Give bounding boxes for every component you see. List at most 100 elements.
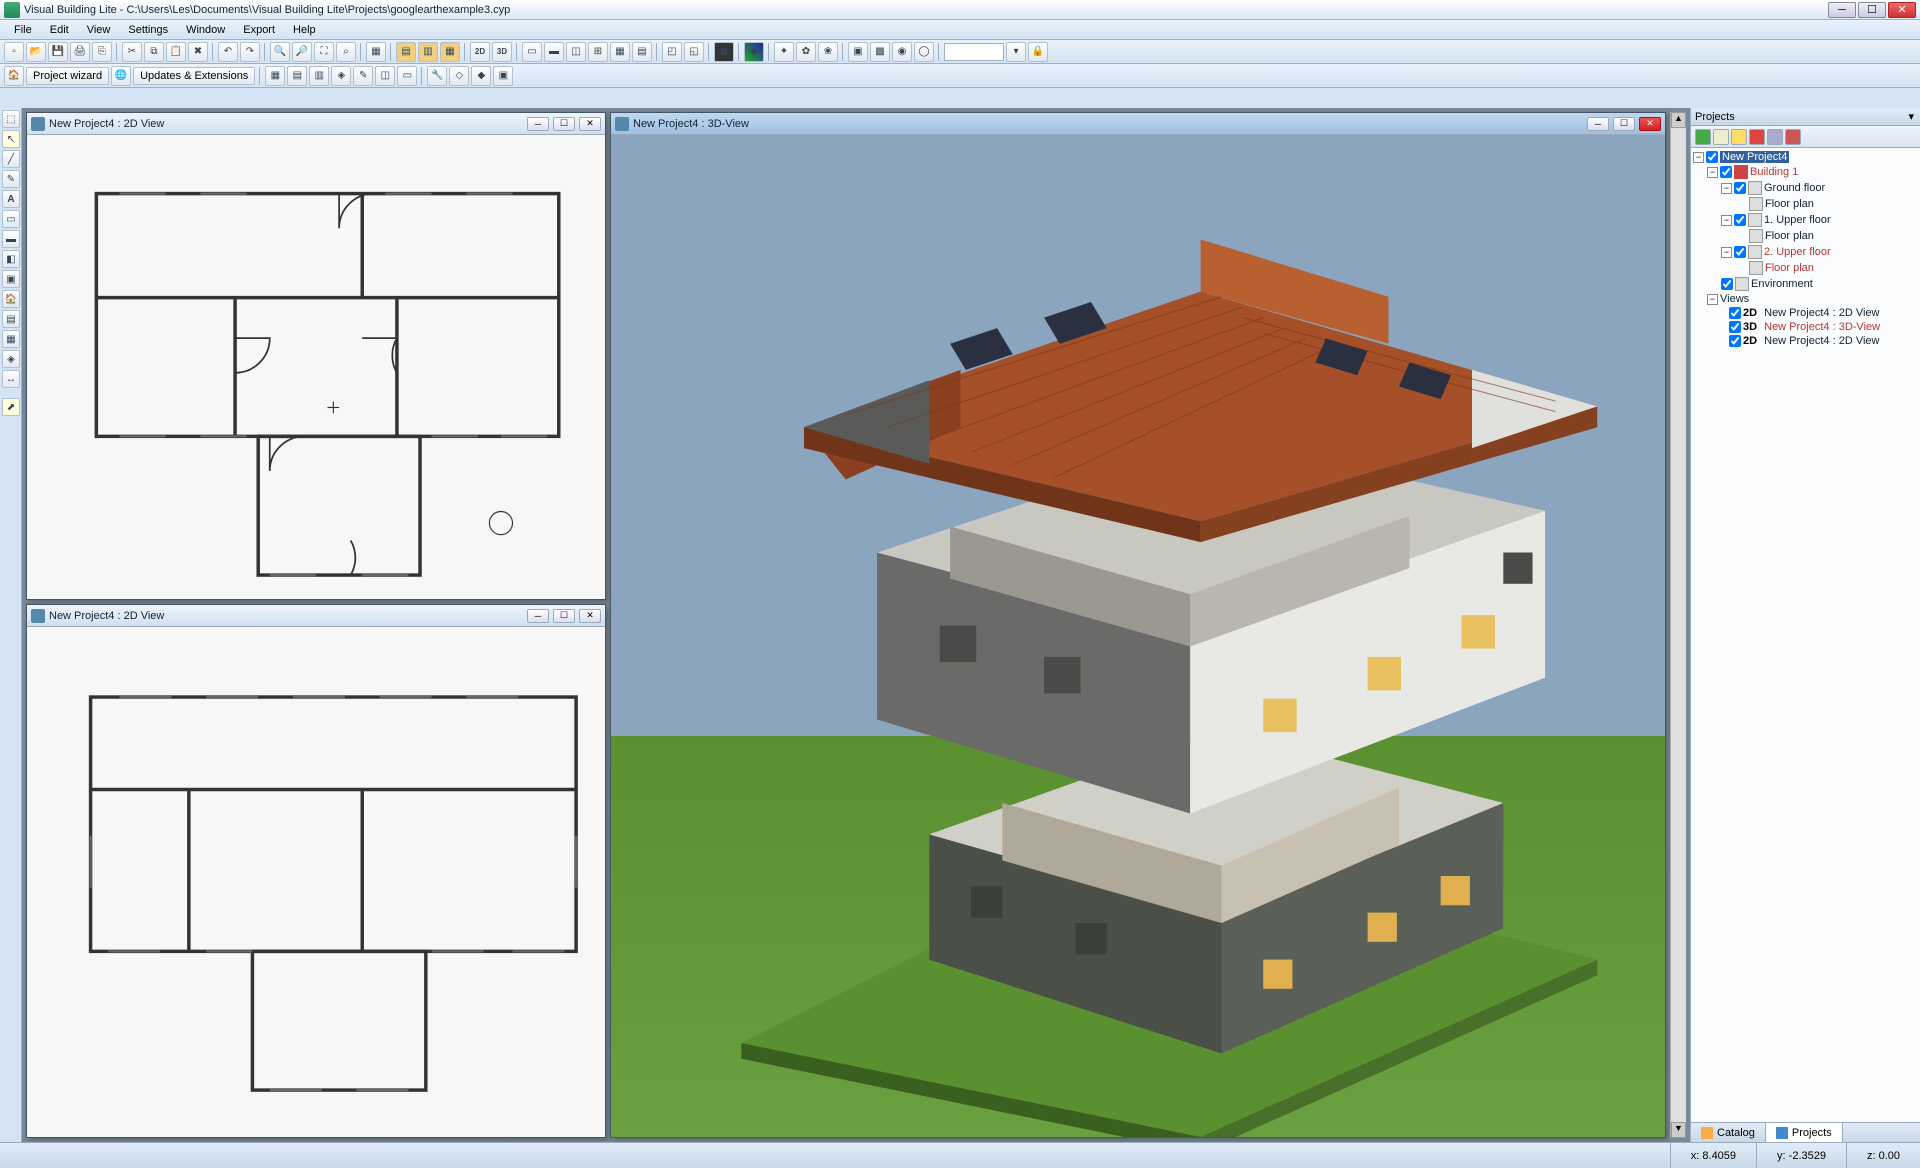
- rename-icon[interactable]: [1713, 129, 1729, 145]
- properties-icon[interactable]: [1767, 129, 1783, 145]
- tree-checkbox[interactable]: [1721, 278, 1733, 290]
- menu-help[interactable]: Help: [285, 22, 324, 38]
- tree-view-2d-1[interactable]: 2D New Project4 : 2D View: [1693, 306, 1918, 320]
- obj1-icon[interactable]: ▦: [265, 66, 285, 86]
- maximize-button[interactable]: ☐: [1858, 2, 1886, 18]
- menu-edit[interactable]: Edit: [42, 22, 77, 38]
- lt-floor-icon[interactable]: ▦: [2, 330, 20, 348]
- house-icon[interactable]: [1785, 129, 1801, 145]
- obj2-icon[interactable]: ▤: [287, 66, 307, 86]
- window-minimize-button[interactable]: ─: [527, 609, 549, 623]
- tool-e-icon[interactable]: ✿: [796, 42, 816, 62]
- tree-checkbox[interactable]: [1729, 321, 1741, 333]
- tree-checkbox[interactable]: [1729, 335, 1741, 347]
- color-icon[interactable]: ◆: [744, 42, 764, 62]
- tree-checkbox[interactable]: [1734, 214, 1746, 226]
- copy-icon[interactable]: ⧉: [144, 42, 164, 62]
- tree-checkbox[interactable]: [1720, 166, 1732, 178]
- minimize-button[interactable]: ─: [1828, 2, 1856, 18]
- scroll-up-icon[interactable]: ▲: [1671, 112, 1686, 128]
- lt-rect-icon[interactable]: ▭: [2, 210, 20, 228]
- window-close-button[interactable]: ✕: [579, 609, 601, 623]
- view3d-icon[interactable]: 3D: [492, 42, 512, 62]
- tool-j-icon[interactable]: ◯: [914, 42, 934, 62]
- paste-icon[interactable]: 📋: [166, 42, 186, 62]
- window-maximize-button[interactable]: ☐: [1613, 117, 1635, 131]
- collapse-icon[interactable]: −: [1721, 215, 1732, 226]
- tool-d-icon[interactable]: ✦: [774, 42, 794, 62]
- cut-icon[interactable]: ✂: [122, 42, 142, 62]
- tree-root[interactable]: − New Project4: [1693, 150, 1918, 164]
- obj4-icon[interactable]: ◈: [331, 66, 351, 86]
- tree-floorplan[interactable]: Floor plan: [1693, 228, 1918, 244]
- snap1-icon[interactable]: ▤: [396, 42, 416, 62]
- lt-door-icon[interactable]: ◧: [2, 250, 20, 268]
- obj3-icon[interactable]: ▥: [309, 66, 329, 86]
- collapse-icon[interactable]: −: [1721, 183, 1732, 194]
- collapse-icon[interactable]: −: [1693, 152, 1704, 163]
- tree-checkbox[interactable]: [1729, 307, 1741, 319]
- misc2-icon[interactable]: ◆: [471, 66, 491, 86]
- layout6-icon[interactable]: ▤: [632, 42, 652, 62]
- menu-export[interactable]: Export: [235, 22, 283, 38]
- obj7-icon[interactable]: ▭: [397, 66, 417, 86]
- panel-menu-icon[interactable]: ▾: [1906, 110, 1916, 123]
- check-icon[interactable]: [1695, 129, 1711, 145]
- delete-icon[interactable]: ✖: [188, 42, 208, 62]
- new-icon[interactable]: ▫: [4, 42, 24, 62]
- lt-select-icon[interactable]: ⬚: [2, 110, 20, 128]
- scrollbar-vertical[interactable]: ▲ ▼: [1670, 112, 1686, 1138]
- window-header[interactable]: New Project4 : 2D View ─ ☐ ✕: [27, 605, 605, 627]
- lt-draw-icon[interactable]: ✎: [2, 170, 20, 188]
- lt-object-icon[interactable]: ◈: [2, 350, 20, 368]
- misc3-icon[interactable]: ▣: [493, 66, 513, 86]
- snap2-icon[interactable]: ▥: [418, 42, 438, 62]
- window-close-button[interactable]: ✕: [579, 117, 601, 131]
- zoomfit-icon[interactable]: ⛶: [314, 42, 334, 62]
- tab-catalog[interactable]: Catalog: [1691, 1123, 1766, 1142]
- tree-ground-floor[interactable]: − Ground floor: [1693, 180, 1918, 196]
- saveall-icon[interactable]: ⎘: [92, 42, 112, 62]
- lt-arrow-icon[interactable]: ↖: [2, 130, 20, 148]
- obj6-icon[interactable]: ◫: [375, 66, 395, 86]
- floorplan-canvas-2[interactable]: [27, 627, 605, 1137]
- window-maximize-button[interactable]: ☐: [553, 117, 575, 131]
- layout2-icon[interactable]: ▬: [544, 42, 564, 62]
- layout1-icon[interactable]: ▭: [522, 42, 542, 62]
- zoomregion-icon[interactable]: ⌕: [336, 42, 356, 62]
- tool-c-icon[interactable]: ◼: [714, 42, 734, 62]
- layout4-icon[interactable]: ⊞: [588, 42, 608, 62]
- home-icon[interactable]: 🏠: [4, 66, 24, 86]
- menu-file[interactable]: File: [6, 22, 40, 38]
- grid-icon[interactable]: ▦: [366, 42, 386, 62]
- tool-h-icon[interactable]: ▩: [870, 42, 890, 62]
- collapse-icon[interactable]: −: [1721, 247, 1732, 258]
- globe-icon[interactable]: 🌐: [111, 66, 131, 86]
- lt-roof-icon[interactable]: 🏠: [2, 290, 20, 308]
- menu-settings[interactable]: Settings: [120, 22, 176, 38]
- tree-floorplan[interactable]: Floor plan: [1693, 196, 1918, 212]
- window-minimize-button[interactable]: ─: [527, 117, 549, 131]
- window-minimize-button[interactable]: ─: [1587, 117, 1609, 131]
- tool-f-icon[interactable]: ❀: [818, 42, 838, 62]
- redo-icon[interactable]: ↷: [240, 42, 260, 62]
- dropdown-icon[interactable]: ▾: [1006, 42, 1026, 62]
- wrench-icon[interactable]: 🔧: [427, 66, 447, 86]
- menu-window[interactable]: Window: [178, 22, 233, 38]
- lt-text-icon[interactable]: A: [2, 190, 20, 208]
- lt-wall-icon[interactable]: ▬: [2, 230, 20, 248]
- layout5-icon[interactable]: ▦: [610, 42, 630, 62]
- tool-g-icon[interactable]: ▣: [848, 42, 868, 62]
- obj5-icon[interactable]: ✎: [353, 66, 373, 86]
- lt-dim-icon[interactable]: ↔: [2, 370, 20, 388]
- toolbar-input[interactable]: [944, 43, 1004, 61]
- open-icon[interactable]: 📂: [26, 42, 46, 62]
- floorplan-canvas-1[interactable]: [27, 135, 605, 599]
- lt-window-icon[interactable]: ▣: [2, 270, 20, 288]
- menu-view[interactable]: View: [79, 22, 119, 38]
- window-maximize-button[interactable]: ☐: [553, 609, 575, 623]
- tree-environment[interactable]: Environment: [1693, 276, 1918, 292]
- window-close-button[interactable]: ✕: [1639, 117, 1661, 131]
- tree-view-2d-2[interactable]: 2D New Project4 : 2D View: [1693, 334, 1918, 348]
- snap3-icon[interactable]: ▦: [440, 42, 460, 62]
